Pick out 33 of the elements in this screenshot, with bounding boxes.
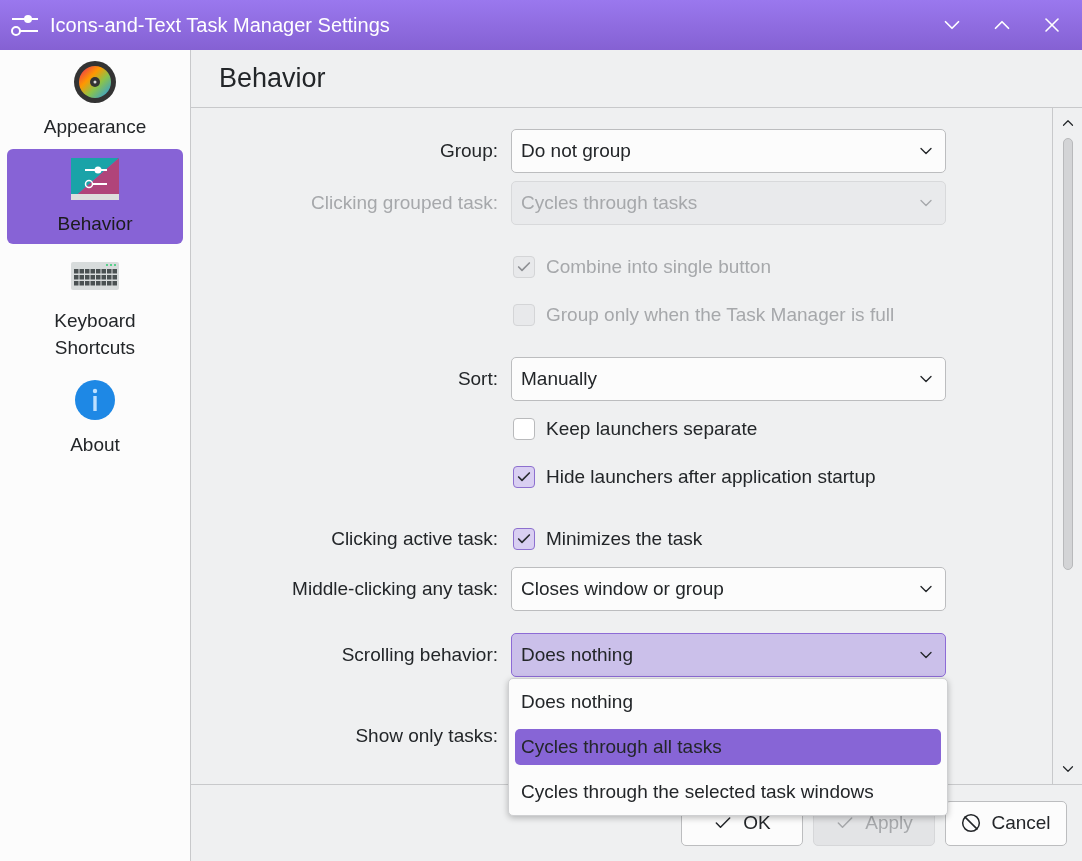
sidebar-item[interactable]: Behavior <box>7 149 183 244</box>
dropdown[interactable]: Does nothing <box>511 633 946 677</box>
sidebar-item[interactable]: Appearance <box>7 52 183 147</box>
dropdown-option[interactable]: Cycles through all tasks <box>515 729 941 765</box>
checkbox[interactable] <box>513 418 535 440</box>
field-label: Sort: <box>457 366 498 391</box>
dropdown-option[interactable]: Does nothing <box>515 684 941 720</box>
field-label: Scrolling behavior: <box>341 642 498 667</box>
color-wheel-icon <box>73 60 117 104</box>
field-label: Group: <box>439 138 498 163</box>
field-label: Middle-clicking any task: <box>292 576 498 601</box>
checkbox[interactable] <box>513 528 535 550</box>
info-icon <box>74 379 116 421</box>
dropdown[interactable]: Do not group <box>511 129 946 173</box>
checkbox-label[interactable]: Hide launchers after application startup <box>546 462 876 492</box>
keyboard-icon <box>71 262 119 290</box>
window-title: Icons-and-Text Task Manager Settings <box>50 13 391 38</box>
field-label: Show only tasks: <box>355 723 498 748</box>
checkbox[interactable] <box>513 466 535 488</box>
sidebar-item[interactable]: About <box>7 370 183 465</box>
page-title: Behavior <box>219 62 326 96</box>
field-label: Clicking active task: <box>331 526 498 551</box>
dialog-button[interactable]: Cancel <box>945 800 1067 846</box>
sidebar-item[interactable]: Keyboard Shortcuts <box>7 246 183 368</box>
checkbox-label[interactable]: Keep launchers separate <box>546 414 758 444</box>
dropdown[interactable]: Closes window or group <box>511 567 946 611</box>
dropdown[interactable]: Manually <box>511 357 946 401</box>
sliders-icon <box>10 12 40 38</box>
cancel-icon <box>961 813 982 833</box>
checkbox-label[interactable]: Minimizes the task <box>546 524 703 554</box>
field-label: Clicking grouped task: <box>311 190 498 215</box>
sliders-settings-icon <box>71 158 119 200</box>
scrollbar-thumb[interactable] <box>1062 138 1073 570</box>
